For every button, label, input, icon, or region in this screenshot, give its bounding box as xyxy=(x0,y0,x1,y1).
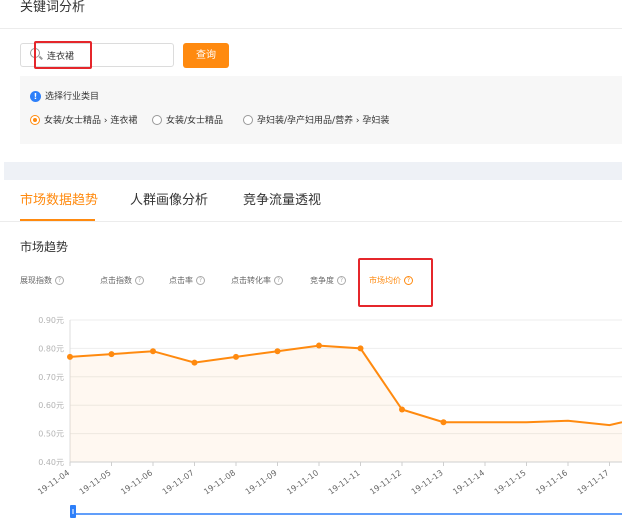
help-icon: ? xyxy=(135,276,144,285)
metric-label: 竞争度 xyxy=(310,276,334,285)
x-tick-label: 19-11-05 xyxy=(78,468,113,496)
radio-unchecked-icon xyxy=(152,115,162,125)
metric-ctr[interactable]: 点击率? xyxy=(169,274,205,288)
highlight-box-search xyxy=(34,41,92,69)
category-option-label: 孕妇装/孕产妇用品/营养 › 孕妇装 xyxy=(257,116,390,126)
metric-clicks[interactable]: 点击指数? xyxy=(100,274,144,288)
metric-impressions[interactable]: 展现指数? xyxy=(20,274,64,288)
x-tick-label: 19-11-13 xyxy=(410,468,445,496)
category-panel: ! 选择行业类目 女装/女士精品 › 连衣裙 女装/女士精品 孕妇装/孕产妇用品… xyxy=(20,76,622,144)
query-button[interactable]: 查询 xyxy=(183,43,229,68)
help-icon: ? xyxy=(274,276,283,285)
data-point xyxy=(191,359,198,366)
x-tick-label: 19-11-04 xyxy=(36,468,71,496)
x-tick-label: 19-11-17 xyxy=(576,468,611,496)
metric-label: 点击率 xyxy=(169,276,193,285)
category-option-label: 女装/女士精品 › 连衣裙 xyxy=(44,116,138,126)
help-icon: ? xyxy=(337,276,346,285)
page-title: 关键词分析 xyxy=(20,0,86,15)
divider xyxy=(0,28,622,29)
data-point xyxy=(440,419,447,426)
y-tick-label: 0.80元 xyxy=(38,344,64,353)
data-point xyxy=(108,351,115,358)
tab-market-trend[interactable]: 市场数据趋势 xyxy=(20,192,98,210)
x-tick-label: 19-11-10 xyxy=(285,468,320,496)
data-point xyxy=(233,353,239,360)
tab-competition-traffic[interactable]: 竞争流量透视 xyxy=(243,192,321,210)
market-trend-chart: 0.90元0.80元0.70元0.60元0.50元0.40元 19-11-04 1… xyxy=(36,316,622,518)
data-point xyxy=(357,345,364,352)
category-label: 选择行业类目 xyxy=(45,92,100,102)
x-tick-label: 19-11-11 xyxy=(327,468,362,496)
metric-label: 点击指数 xyxy=(100,276,132,285)
metric-label: 点击转化率 xyxy=(231,276,271,285)
area-fill xyxy=(70,345,622,462)
y-tick-label: 0.40元 xyxy=(38,458,64,467)
data-point xyxy=(316,342,322,349)
section-title: 市场趋势 xyxy=(20,240,69,254)
tab-audience-profile[interactable]: 人群画像分析 xyxy=(130,192,208,210)
section-separator xyxy=(0,162,622,180)
zoom-slider[interactable] xyxy=(70,505,622,518)
data-point xyxy=(150,348,156,355)
x-tick-label: 19-11-06 xyxy=(119,468,154,496)
y-tick-label: 0.70元 xyxy=(38,373,64,382)
x-tick-label: 19-11-09 xyxy=(244,468,279,496)
y-axis: 0.90元 0.80元 0.70元 0.60元 0.50元 0.40元 xyxy=(38,316,64,467)
category-option-label: 女装/女士精品 xyxy=(166,116,224,126)
help-icon: ? xyxy=(196,276,205,285)
x-tick-label: 19-11-08 xyxy=(202,468,237,496)
metric-competition[interactable]: 竞争度? xyxy=(310,274,346,288)
y-tick-label: 0.90元 xyxy=(38,316,64,325)
radio-unchecked-icon xyxy=(243,115,253,125)
radio-checked-icon xyxy=(30,115,40,125)
x-tick-label: 19-11-07 xyxy=(161,468,196,496)
y-tick-label: 0.50元 xyxy=(38,430,64,439)
data-point xyxy=(399,406,405,413)
x-axis: 19-11-04 19-11-05 19-11-06 19-11-07 19-11-08… xyxy=(36,461,622,496)
metric-conversion-rate[interactable]: 点击转化率? xyxy=(231,274,283,288)
x-tick-label: 19-11-14 xyxy=(451,468,486,496)
data-point xyxy=(67,353,73,360)
metric-label: 展现指数 xyxy=(20,276,52,285)
x-tick-label: 19-11-15 xyxy=(493,468,528,496)
x-tick-label: 19-11-16 xyxy=(534,468,569,496)
tab-divider xyxy=(0,221,622,222)
y-tick-label: 0.60元 xyxy=(38,401,64,410)
help-icon: ? xyxy=(55,276,64,285)
data-point xyxy=(274,348,281,355)
section-separator-edge xyxy=(0,162,4,180)
info-icon: ! xyxy=(30,91,41,102)
x-tick-label: 19-11-12 xyxy=(368,468,403,496)
